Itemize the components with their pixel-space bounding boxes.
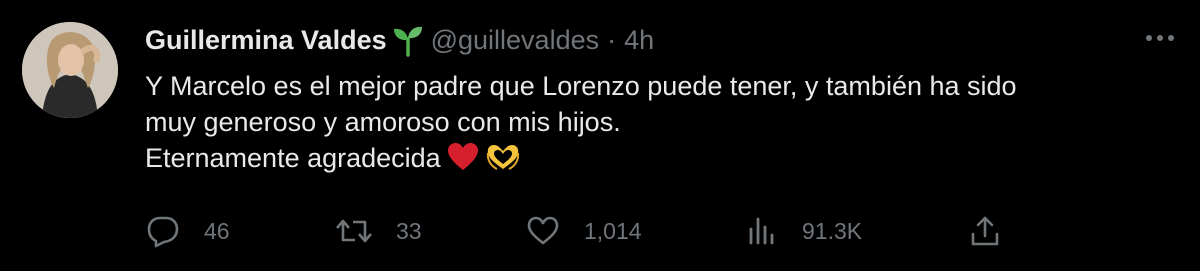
header-separator: · bbox=[607, 24, 617, 55]
views-icon bbox=[746, 215, 778, 247]
author-handle[interactable]: @guillevaldes bbox=[431, 25, 600, 56]
like-count: 1,014 bbox=[584, 217, 642, 244]
reply-button[interactable]: 46 bbox=[146, 206, 230, 256]
tweet-time[interactable]: 4h bbox=[624, 25, 654, 56]
tweet-text-line: Eternamente agradecida bbox=[145, 140, 1165, 181]
author-name[interactable]: Guillermina Valdes bbox=[145, 25, 387, 56]
more-icon[interactable] bbox=[1142, 26, 1178, 50]
like-icon bbox=[526, 215, 560, 247]
avatar[interactable] bbox=[22, 22, 118, 118]
retweet-button[interactable]: 33 bbox=[334, 206, 422, 256]
heart-hands-icon bbox=[485, 142, 521, 181]
tweet-text-line: Y Marcelo es el mejor padre que Lorenzo … bbox=[145, 71, 1017, 101]
red-heart-icon bbox=[447, 142, 479, 181]
tweet-text: Y Marcelo es el mejor padre que Lorenzo … bbox=[145, 68, 1165, 181]
sprout-icon bbox=[391, 23, 425, 57]
tweet-header: Guillermina Valdes @guillevaldes · 4h bbox=[145, 20, 1165, 60]
tweet-content: Guillermina Valdes @guillevaldes · 4h Y … bbox=[145, 20, 1165, 181]
tweet-text-line: muy generoso y amoroso con mis hijos. bbox=[145, 107, 621, 137]
views-count: 91.3K bbox=[802, 217, 863, 244]
tweet-text-line-text: Eternamente agradecida bbox=[145, 143, 441, 173]
like-button[interactable]: 1,014 bbox=[526, 206, 642, 256]
views-button[interactable]: 91.3K bbox=[746, 206, 862, 256]
retweet-count: 33 bbox=[396, 217, 422, 244]
reply-count: 46 bbox=[204, 217, 230, 244]
share-button[interactable] bbox=[968, 206, 1002, 256]
retweet-icon bbox=[334, 214, 374, 248]
tweet: Guillermina Valdes @guillevaldes · 4h Y … bbox=[0, 0, 1200, 271]
avatar-image bbox=[22, 22, 118, 118]
reply-icon bbox=[146, 214, 180, 248]
share-icon bbox=[968, 214, 1002, 248]
tweet-actions: 46 33 1,014 91.3K bbox=[0, 206, 1200, 256]
